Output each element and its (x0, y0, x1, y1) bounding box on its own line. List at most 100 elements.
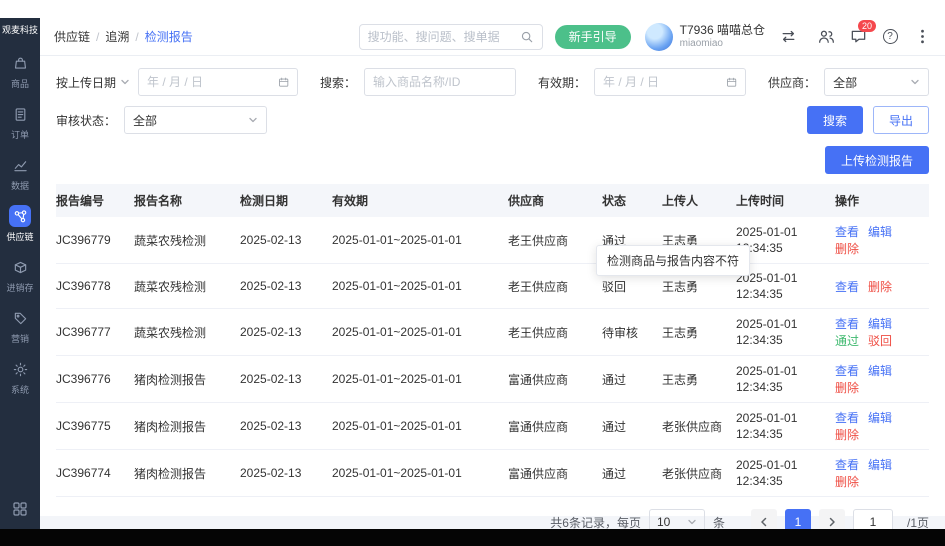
audit-status-select[interactable]: 全部 (124, 106, 268, 134)
supplier-select-value: 全部 (833, 75, 858, 90)
action-delete-link[interactable]: 删除 (835, 242, 859, 256)
sidebar-item-label: 供应链 (6, 232, 34, 242)
table-row: JC396778 蔬菜农残检测 2025-02-13 2025-01-01~2025-… (56, 263, 929, 310)
table-row: JC396779 蔬菜农残检测 2025-02-13 2025-01-01~2025-… (56, 217, 929, 264)
system-icon (9, 358, 31, 380)
switch-warehouse-icon[interactable] (779, 28, 797, 46)
action-edit-link[interactable]: 编辑 (868, 225, 892, 239)
sidebar-item-orders[interactable]: 订单 (0, 96, 40, 147)
page-size-value: 10 (656, 515, 671, 530)
action-edit-link[interactable]: 编辑 (868, 364, 892, 378)
action-view-link[interactable]: 查看 (835, 458, 859, 472)
action-view-link[interactable]: 查看 (835, 364, 859, 378)
cell-uploader: 老张供应商 (662, 449, 736, 498)
date-type-select[interactable]: 按上传日期 (56, 74, 130, 91)
cell-upload-time: 2025-01-01 12:34:35 (736, 263, 835, 310)
calendar-icon[interactable] (278, 76, 289, 89)
sidebar-item-goods[interactable]: 商品 (0, 45, 40, 96)
product-search-input[interactable] (373, 75, 508, 89)
action-delete-link[interactable]: 删除 (835, 381, 859, 395)
action-view-link[interactable]: 查看 (835, 225, 859, 239)
cell-supplier: 老王供应商 (508, 308, 602, 357)
table-header: 报告编号 报告名称 检测日期 有效期 供应商 状态 上传人 上传时间 操作 (56, 184, 929, 217)
supply-chain-icon (9, 205, 31, 227)
cell-supplier: 老王供应商 (508, 263, 602, 310)
filter-row-1: 按上传日期 搜索： 有效期： (56, 68, 929, 96)
action-edit-link[interactable]: 编辑 (868, 458, 892, 472)
apps-grid-icon[interactable] (12, 489, 28, 529)
message-count-badge: 20 (858, 19, 877, 32)
messages-icon[interactable]: 20 (849, 19, 877, 46)
cell-report-id: JC396779 (56, 217, 134, 264)
sidebar-item-label: 订单 (10, 130, 29, 140)
audit-status-value: 全部 (133, 113, 158, 128)
cell-status: 待审核 (602, 308, 662, 357)
sidebar-item-label: 系统 (10, 385, 29, 395)
cell-uploader: 王志勇 (662, 308, 736, 357)
action-delete-link[interactable]: 删除 (835, 428, 859, 442)
cell-report-id: JC396777 (56, 308, 134, 357)
validity-date-input[interactable] (603, 75, 720, 89)
more-options-icon[interactable] (913, 28, 931, 46)
breadcrumb-separator: / (96, 29, 100, 44)
col-uploader: 上传人 (662, 184, 736, 217)
orders-icon (9, 103, 31, 125)
sidebar-item-supply-chain[interactable]: 供应链 (0, 198, 40, 249)
cell-status: 通过 (602, 449, 662, 498)
cell-validity: 2025-01-01~2025-01-01 (332, 263, 508, 310)
report-table: 报告编号 报告名称 检测日期 有效期 供应商 状态 上传人 上传时间 操作 JC… (56, 184, 929, 498)
upload-report-button[interactable]: 上传检测报告 (824, 146, 929, 174)
action-view-link[interactable]: 查看 (835, 411, 859, 425)
cell-report-name: 蔬菜农残检测 (134, 217, 240, 264)
newbie-guide-button[interactable]: 新手引导 (554, 24, 631, 49)
search-filter-label: 搜索： (320, 75, 357, 90)
breadcrumb: 供应链 / 追溯 / 检测报告 (54, 28, 193, 45)
action-delete-link[interactable]: 删除 (868, 280, 892, 294)
breadcrumb-supply-chain[interactable]: 供应链 (54, 28, 90, 45)
col-validity: 有效期 (332, 184, 508, 217)
help-icon[interactable]: ? (881, 28, 899, 46)
action-reject-link[interactable]: 驳回 (868, 334, 892, 348)
sidebar-item-label: 商品 (10, 79, 29, 89)
sidebar-item-data[interactable]: 数据 (0, 147, 40, 198)
global-search-input[interactable] (367, 29, 514, 44)
action-approve-link[interactable]: 通过 (835, 334, 859, 348)
cell-upload-time: 2025-01-01 12:34:35 (736, 355, 835, 404)
user-account[interactable]: T7936 喵喵总仓 miaomiao (644, 22, 765, 51)
search-icon[interactable] (520, 30, 534, 44)
upload-date-input[interactable] (147, 75, 272, 89)
search-button[interactable]: 搜索 (806, 106, 863, 134)
action-view-link[interactable]: 查看 (835, 317, 859, 331)
date-type-label: 按上传日期 (56, 75, 117, 90)
avatar[interactable] (644, 22, 673, 51)
breadcrumb-trace[interactable]: 追溯 (105, 28, 129, 45)
action-edit-link[interactable]: 编辑 (868, 317, 892, 331)
upload-time-line: 12:34:35 (736, 380, 783, 395)
cell-validity: 2025-01-01~2025-01-01 (332, 217, 508, 264)
sidebar-item-inventory[interactable]: 进销存 (0, 249, 40, 300)
filter-row-2: 审核状态： 全部 搜索 导出 (56, 106, 929, 134)
sidebar-item-system[interactable]: 系统 (0, 351, 40, 402)
action-delete-link[interactable]: 删除 (835, 475, 859, 489)
supplier-select[interactable]: 全部 (824, 68, 929, 96)
global-search (358, 23, 543, 50)
cell-report-name: 蔬菜农残检测 (134, 308, 240, 357)
workspace: 按上传日期 搜索： 有效期： (40, 56, 945, 536)
action-view-link[interactable]: 查看 (835, 280, 859, 294)
sidebar-item-marketing[interactable]: 营销 (0, 300, 40, 351)
cell-status: 通过 (602, 402, 662, 451)
supplier-filter-label: 供应商： (768, 75, 817, 90)
contacts-icon[interactable] (817, 28, 835, 46)
breadcrumb-test-report[interactable]: 检测报告 (145, 28, 193, 45)
upload-time-line: 2025-01-01 (736, 458, 798, 473)
cell-report-name: 猪肉检测报告 (134, 449, 240, 498)
upload-time-line: 2025-01-01 (736, 224, 798, 239)
cell-validity: 2025-01-01~2025-01-01 (332, 308, 508, 357)
action-edit-link[interactable]: 编辑 (868, 411, 892, 425)
chevron-right-icon (829, 518, 835, 527)
cell-actions: 查看 编辑删除 (835, 355, 929, 404)
export-button[interactable]: 导出 (872, 106, 929, 134)
cell-upload-time: 2025-01-01 12:34:35 (736, 217, 835, 264)
cell-validity: 2025-01-01~2025-01-01 (332, 402, 508, 451)
calendar-icon[interactable] (726, 76, 737, 89)
